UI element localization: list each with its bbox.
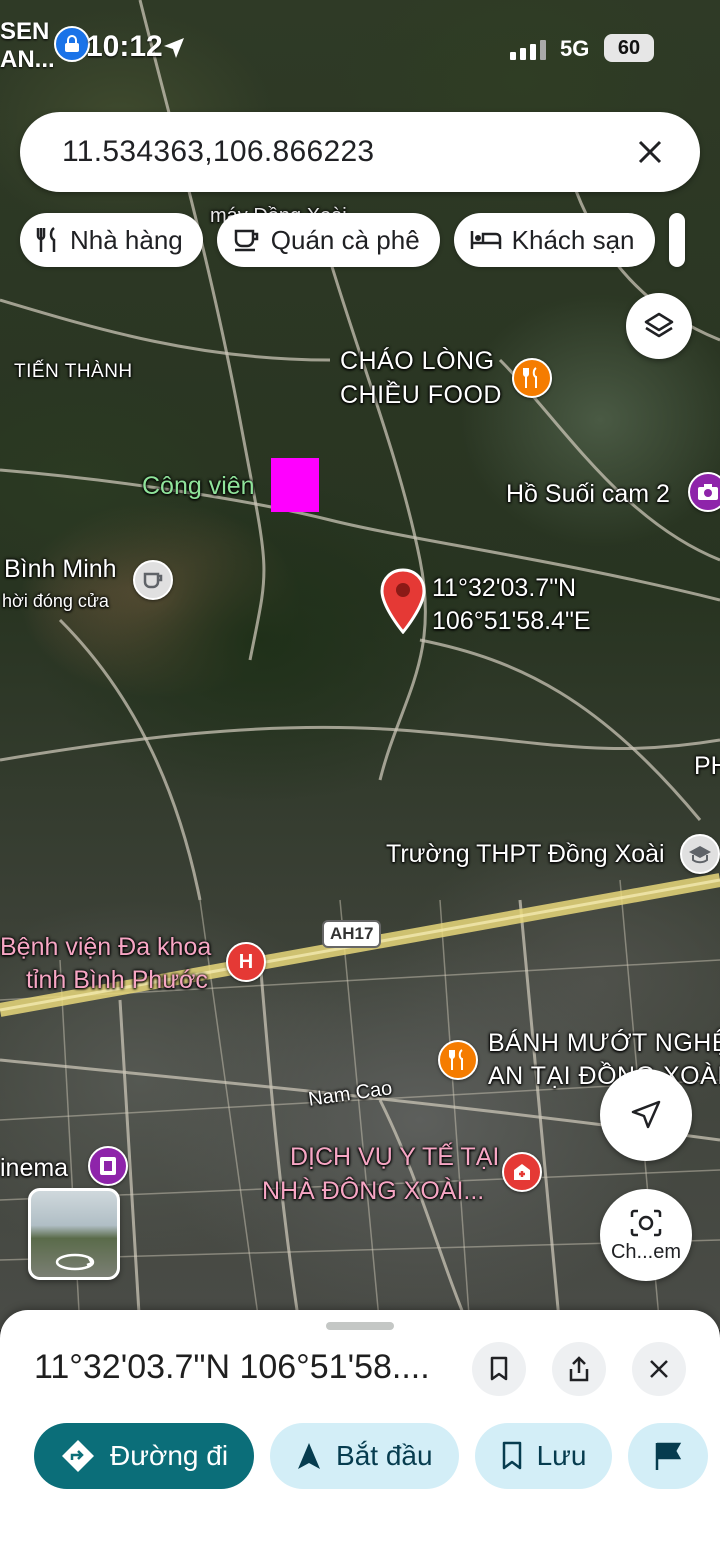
bed-icon bbox=[470, 231, 501, 249]
chip-restaurants[interactable]: Nhà hàng bbox=[20, 213, 203, 267]
my-location-button[interactable] bbox=[600, 1069, 692, 1161]
chip-label: Quán cà phê bbox=[270, 224, 420, 255]
close-icon[interactable] bbox=[628, 130, 672, 174]
share-icon bbox=[569, 1356, 589, 1382]
bottom-sheet[interactable]: 11°32'03.7"N 106°51'58.... Đường đi Bắt … bbox=[0, 1310, 720, 1560]
layers-icon bbox=[644, 312, 674, 338]
lock-icon bbox=[54, 26, 90, 62]
map-label-chao-long-2[interactable]: CHIỀU FOOD bbox=[340, 379, 502, 411]
restaurant-poi-icon[interactable] bbox=[512, 358, 552, 398]
location-pin-icon[interactable] bbox=[379, 568, 427, 634]
start-label: Bắt đầu bbox=[336, 1440, 433, 1471]
signal-icon bbox=[510, 40, 546, 60]
map-label-cong-vien[interactable]: Công viên bbox=[142, 470, 255, 502]
place-title: 11°32'03.7"N 106°51'58.... bbox=[34, 1348, 430, 1386]
marker-box bbox=[271, 458, 319, 512]
directions-button[interactable]: Đường đi bbox=[34, 1423, 255, 1489]
map-label-dich-vu-1[interactable]: DỊCH VỤ Y TẾ TẠI bbox=[290, 1141, 499, 1173]
restaurant-poi-icon-2[interactable] bbox=[438, 1040, 478, 1080]
chip-hotels[interactable]: Khách sạn bbox=[453, 213, 655, 267]
coffee-cup-icon bbox=[234, 229, 259, 252]
directions-icon bbox=[62, 1440, 94, 1472]
map-label-tien-thanh: TIẾN THÀNH bbox=[14, 361, 133, 382]
start-button[interactable]: Bắt đầu bbox=[270, 1423, 459, 1489]
highway-badge: AH17 bbox=[322, 920, 382, 948]
flag-icon bbox=[656, 1442, 682, 1470]
cinema-poi-icon[interactable] bbox=[88, 1146, 128, 1186]
map-label-ph-edge: PH bbox=[694, 752, 720, 780]
status-left-text: SEN AN... bbox=[0, 18, 55, 74]
save-bookmark-button[interactable] bbox=[472, 1342, 526, 1396]
camera-lens-icon bbox=[630, 1209, 662, 1236]
location-arrow-icon bbox=[164, 38, 184, 58]
fork-knife-icon bbox=[36, 227, 56, 252]
map-label-chao-long-1[interactable]: CHÁO LÒNG bbox=[340, 345, 495, 377]
map-label-binh-minh-status: hời đóng cửa bbox=[2, 591, 109, 611]
bookmark-icon bbox=[502, 1441, 521, 1470]
coordinate-lat-label: 11°32'03.7"N bbox=[432, 574, 577, 602]
map-label-banh-muot-1[interactable]: BÁNH MƯỚT NGHỆ bbox=[488, 1027, 720, 1059]
street-view-thumbnail[interactable] bbox=[28, 1188, 120, 1280]
chip-label: Khách sạn bbox=[511, 224, 635, 255]
sheet-drag-handle[interactable] bbox=[326, 1322, 394, 1330]
lens-button[interactable]: Ch...em bbox=[600, 1189, 692, 1281]
map-label-ho-suoi[interactable]: Hồ Suối cam 2 bbox=[506, 478, 670, 510]
share-button[interactable] bbox=[552, 1342, 606, 1396]
battery-icon: 60 bbox=[604, 34, 654, 62]
chip-more[interactable] bbox=[668, 213, 685, 267]
map-label-cinema[interactable]: inema bbox=[0, 1152, 68, 1184]
save-button[interactable]: Lưu bbox=[474, 1423, 613, 1489]
status-left-line-1: SEN bbox=[0, 18, 50, 45]
medical-poi-icon[interactable] bbox=[502, 1152, 542, 1192]
search-bar[interactable]: 11.534363,106.866223 bbox=[20, 112, 700, 192]
network-type: 5G bbox=[560, 36, 590, 61]
navigation-icon bbox=[631, 1100, 661, 1129]
map-label-benh-vien-2[interactable]: tỉnh Bình Phước bbox=[26, 964, 208, 996]
chip-label: Nhà hàng bbox=[70, 224, 183, 255]
status-bar: SEN AN... 10:12 5G 60 bbox=[0, 0, 720, 100]
map-label-benh-vien-1[interactable]: Bệnh viện Đa khoa bbox=[0, 931, 211, 963]
coffee-poi-icon[interactable] bbox=[133, 560, 173, 600]
school-poi-icon[interactable] bbox=[680, 834, 720, 874]
lens-label: Ch...em bbox=[610, 1240, 682, 1263]
camera-poi-icon[interactable] bbox=[688, 472, 720, 512]
navigation-arrow-icon bbox=[298, 1443, 321, 1469]
search-input[interactable]: 11.534363,106.866223 bbox=[62, 135, 628, 169]
map-label-dich-vu-2[interactable]: NHÀ ĐÔNG XOÀI... bbox=[262, 1175, 484, 1207]
save-label: Lưu bbox=[536, 1440, 587, 1471]
action-buttons: Đường đi Bắt đầu Lưu bbox=[34, 1423, 709, 1489]
label-button[interactable] bbox=[628, 1423, 709, 1489]
status-time: 10:12 bbox=[86, 30, 163, 63]
bookmark-icon bbox=[490, 1356, 508, 1381]
map-label-truong-thpt[interactable]: Trường THPT Đồng Xoài bbox=[386, 838, 665, 870]
chip-coffee[interactable]: Quán cà phê bbox=[216, 213, 440, 267]
rotate-360-icon bbox=[55, 1253, 95, 1271]
hospital-poi-icon[interactable]: H bbox=[226, 942, 266, 982]
layers-button[interactable] bbox=[626, 293, 692, 359]
category-chips: Nhà hàng Quán cà phê Khách sạn bbox=[20, 213, 685, 267]
directions-label: Đường đi bbox=[110, 1440, 229, 1471]
map-label-banh-muot-2[interactable]: AN TẠI ĐỒNG XOÀI bbox=[488, 1060, 720, 1092]
close-sheet-button[interactable] bbox=[632, 1342, 686, 1396]
status-left-line-2: AN... bbox=[0, 46, 55, 73]
map-label-binh-minh[interactable]: Bình Minh bbox=[4, 553, 117, 585]
close-icon bbox=[650, 1360, 668, 1378]
coordinate-lng-label: 106°51'58.4"E bbox=[432, 607, 591, 635]
